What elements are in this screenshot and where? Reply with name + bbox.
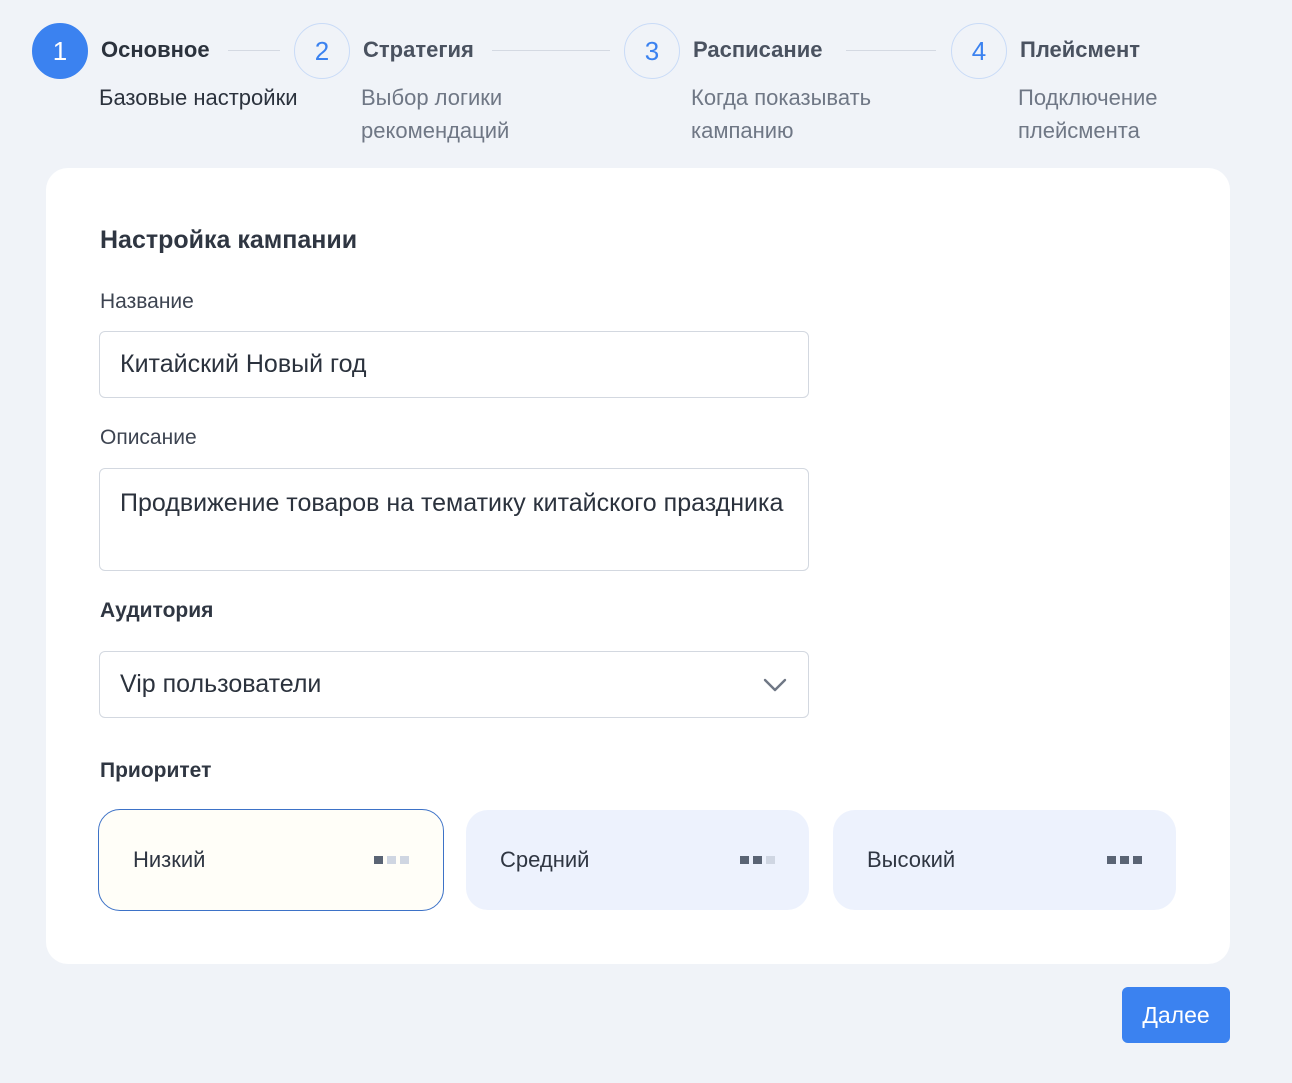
name-input[interactable]: Китайский Новый год [99,331,809,398]
step-title: Стратегия [363,37,474,62]
description-value: Продвижение товаров на тематику китайско… [120,489,784,517]
priority-option-label: Низкий [133,847,206,872]
priority-option-high[interactable]: Высокий [833,810,1176,910]
step-subtitle: Выбор логики рекомендаций [361,85,510,143]
next-button[interactable]: Далее [1122,987,1230,1043]
step-title: Основное [101,37,210,62]
step-connector [492,50,610,51]
campaign-settings-card: Настройка кампании Название Китайский Но… [46,168,1230,964]
form-heading: Настройка кампании [100,226,358,254]
step-title: Расписание [693,37,823,62]
step-subtitle: Подключение плейсмента [1018,85,1158,143]
step-connector [228,50,280,51]
step-number: 1 [32,23,88,79]
priority-option-label: Средний [500,847,590,872]
priority-level-icon [1107,856,1142,864]
chevron-down-icon [763,678,787,692]
step-number: 4 [951,23,1007,79]
step-number: 2 [294,23,350,79]
step-subtitle: Базовые настройки [99,85,298,110]
step-connector [846,50,936,51]
priority-level-icon [374,856,409,864]
step-title: Плейсмент [1020,37,1141,62]
name-label: Название [100,290,194,313]
name-value: Китайский Новый год [120,350,367,378]
audience-value: Vip пользователи [120,670,322,698]
priority-label: Приоритет [100,759,212,782]
description-textarea[interactable]: Продвижение товаров на тематику китайско… [99,468,809,571]
audience-select[interactable]: Vip пользователи [99,651,809,718]
stepper: 1 Основное Базовые настройки 2 Стратегия… [0,0,1292,160]
priority-option-medium[interactable]: Средний [466,810,809,910]
step-number: 3 [624,23,680,79]
step-subtitle: Когда показывать кампанию [691,85,872,143]
priority-level-icon [740,856,775,864]
description-label: Описание [100,426,197,449]
audience-label: Аудитория [100,599,214,622]
priority-option-low[interactable]: Низкий [98,809,444,911]
priority-option-label: Высокий [867,847,956,872]
